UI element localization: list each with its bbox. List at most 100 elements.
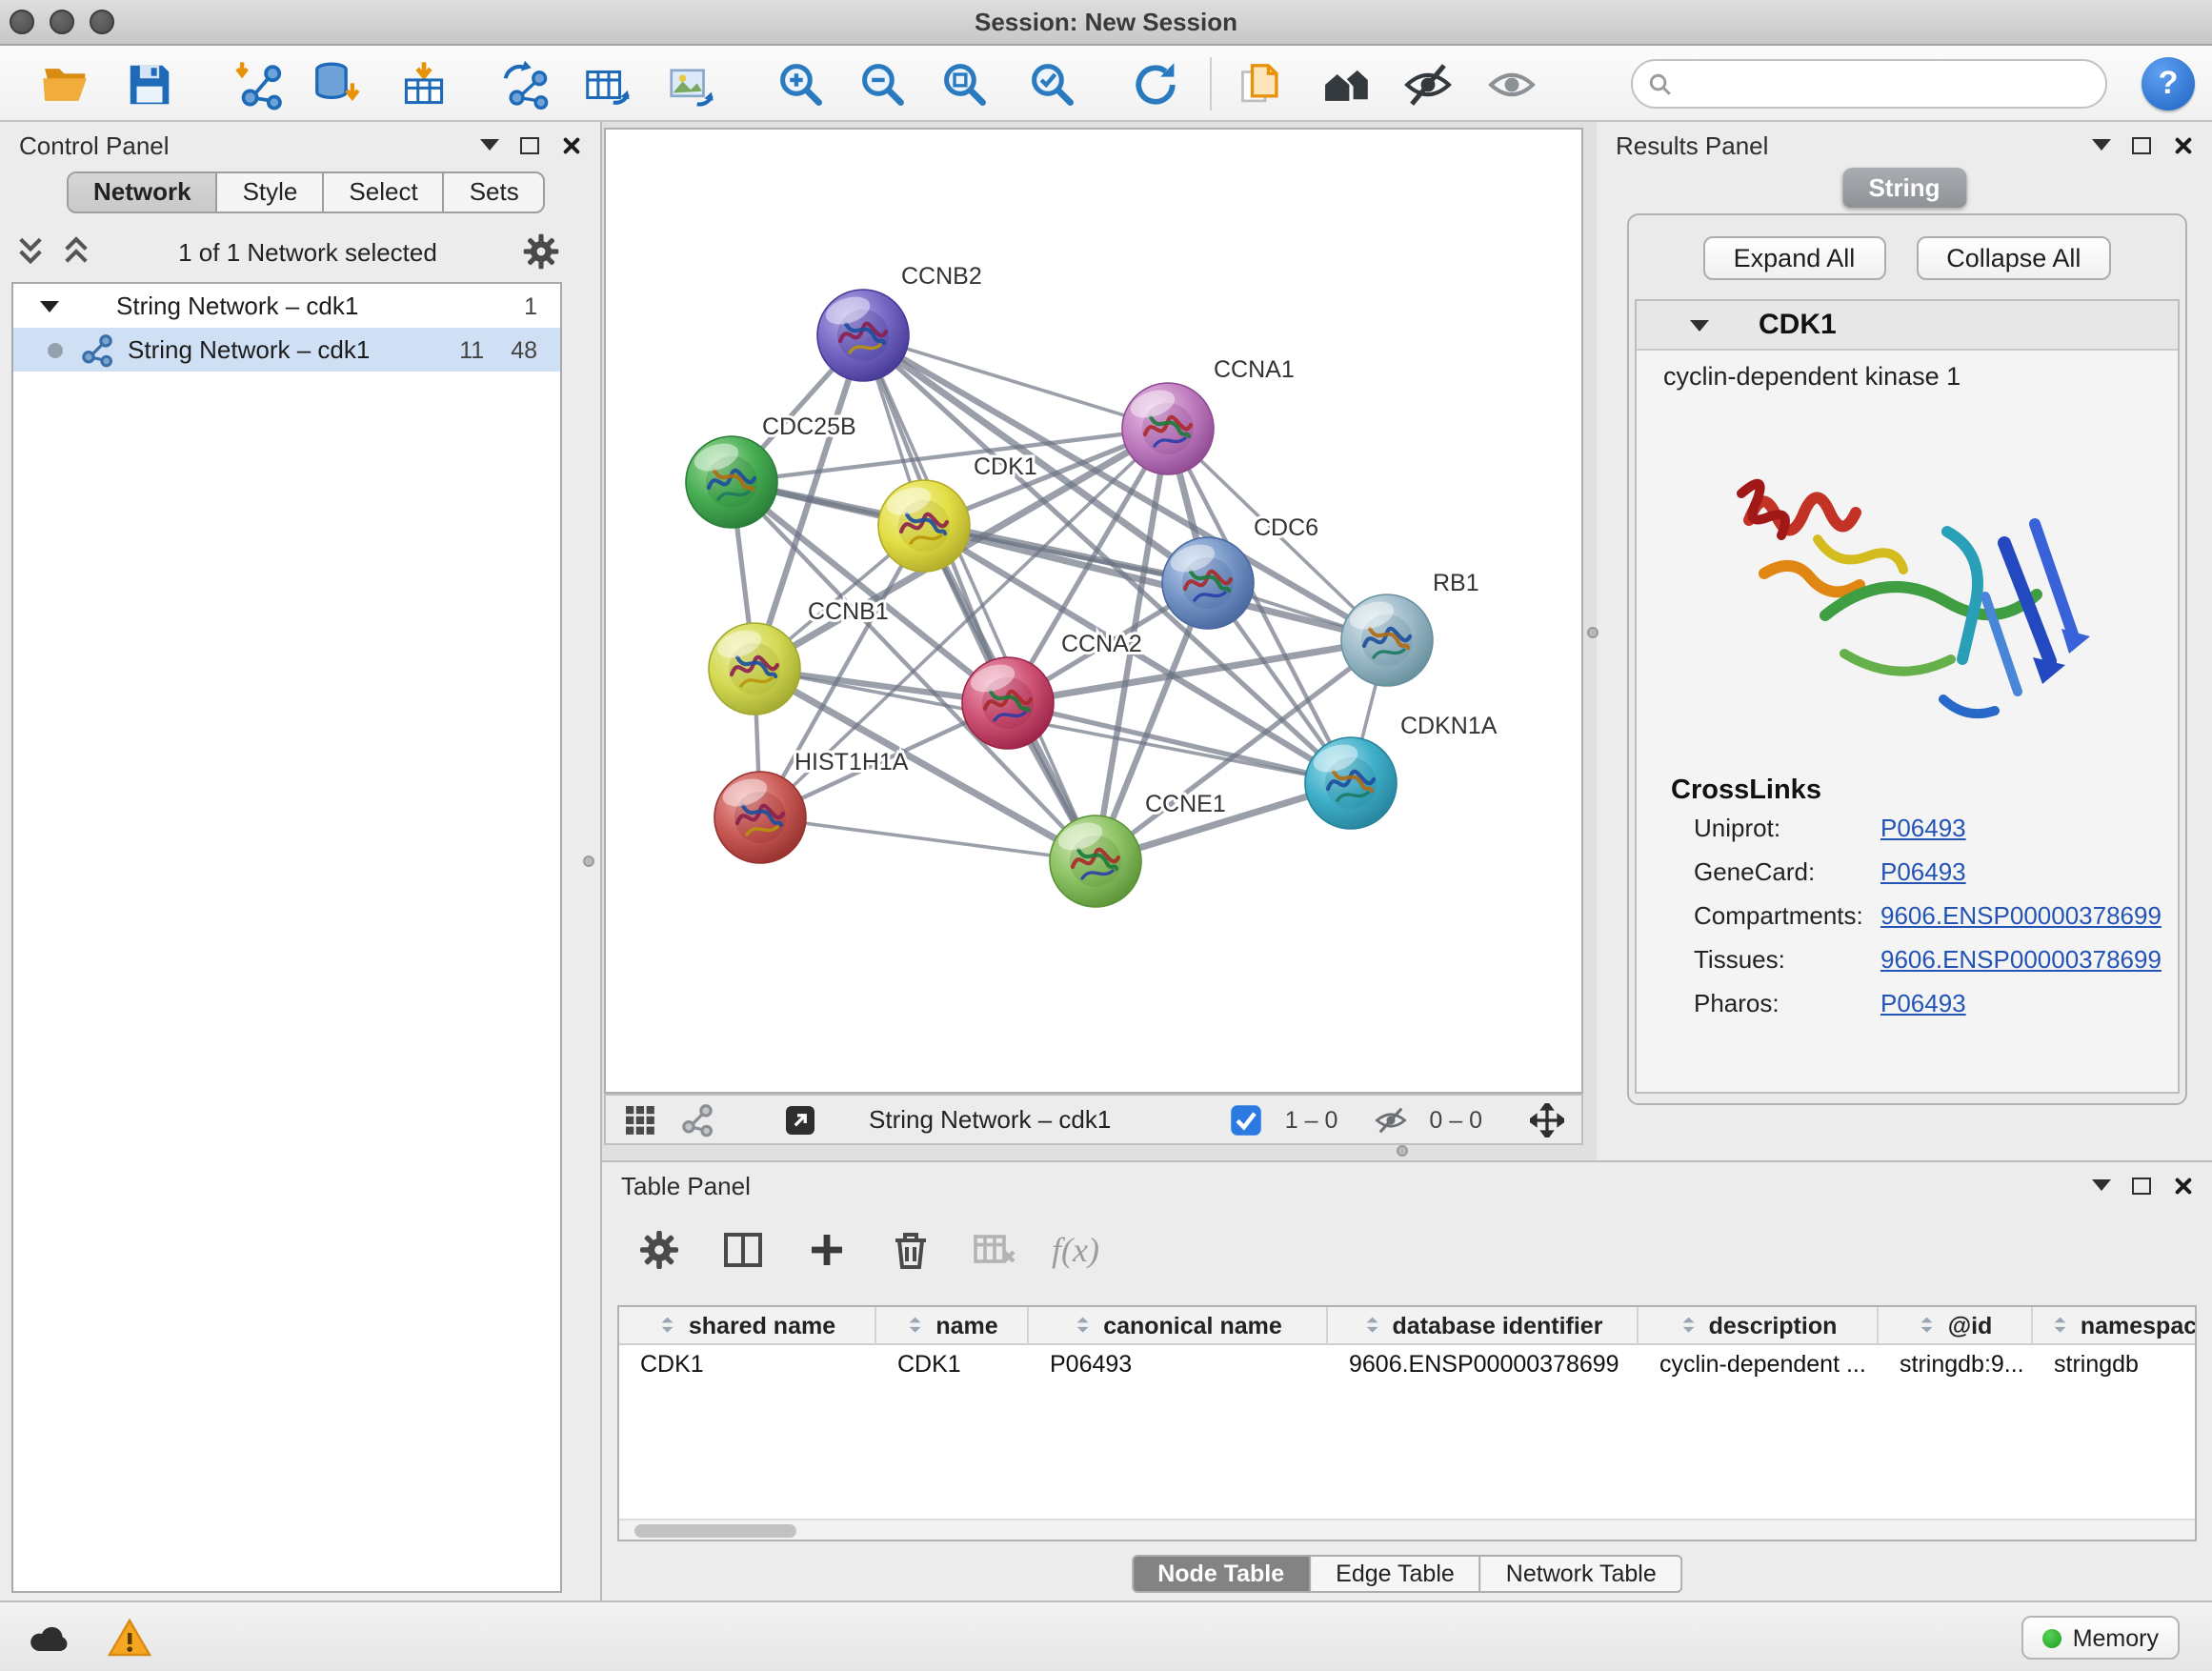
- network-edge-CCNB2-CCNA1[interactable]: [863, 335, 1168, 429]
- warnings-button[interactable]: [107, 1616, 152, 1661]
- table-options-button[interactable]: [633, 1223, 686, 1277]
- create-column-button[interactable]: [800, 1223, 854, 1277]
- table-collapse-button[interactable]: [2092, 1179, 2111, 1191]
- show-graphics-button[interactable]: [1482, 55, 1539, 112]
- table-cell[interactable]: stringdb:9...: [1879, 1345, 2033, 1383]
- zoom-out-button[interactable]: [854, 55, 911, 112]
- column-header-description[interactable]: description: [1639, 1307, 1879, 1343]
- network-node-CCNA1[interactable]: CCNA1: [1122, 356, 1295, 474]
- help-button[interactable]: ?: [2142, 57, 2195, 111]
- table-arrow-icon: [580, 58, 632, 110]
- column-header-id[interactable]: @id: [1879, 1307, 2033, 1343]
- network-edge-CCNB2-CCNE1[interactable]: [863, 335, 1096, 861]
- protein-structure-image: [1707, 421, 2107, 749]
- zoom-in-button[interactable]: [772, 55, 829, 112]
- import-table-button[interactable]: [394, 55, 452, 112]
- tab-network[interactable]: Network: [69, 173, 218, 211]
- panel-close-button[interactable]: [560, 134, 581, 155]
- table-cell[interactable]: 9606.ENSP00000378699: [1328, 1345, 1639, 1383]
- crosslink-genecard-link[interactable]: P06493: [1880, 857, 1966, 886]
- collapse-all-button[interactable]: Collapse All: [1916, 236, 2111, 280]
- gene-header[interactable]: CDK1: [1637, 301, 2178, 351]
- collapse-tree-button[interactable]: [57, 232, 95, 271]
- network-node-RB1[interactable]: RB1: [1341, 570, 1479, 686]
- crosslink-uniprot-link[interactable]: P06493: [1880, 814, 1966, 842]
- fit-content-button[interactable]: [1528, 1100, 1566, 1138]
- tab-select[interactable]: Select: [324, 173, 444, 211]
- table-horizontal-scrollbar[interactable]: [619, 1519, 2195, 1540]
- export-image-button[interactable]: [661, 55, 718, 112]
- delete-table-button[interactable]: [968, 1223, 1021, 1277]
- clone-network-button[interactable]: [495, 55, 553, 112]
- table-cell[interactable]: stringdb: [2033, 1345, 2197, 1383]
- hidden-eye-icon[interactable]: [1372, 1100, 1410, 1138]
- crosslink-tissues-link[interactable]: 9606.ENSP00000378699: [1880, 945, 2162, 974]
- expand-tree-button[interactable]: [11, 232, 50, 271]
- memory-button[interactable]: Memory: [2021, 1616, 2180, 1660]
- zoom-selected-button[interactable]: [1023, 55, 1080, 112]
- import-network-file-button[interactable]: [229, 55, 286, 112]
- apply-layout-button[interactable]: [1126, 55, 1183, 112]
- copy-view-button[interactable]: [1231, 55, 1288, 112]
- zoom-fit-button[interactable]: [935, 55, 993, 112]
- expand-all-button[interactable]: Expand All: [1703, 236, 1886, 280]
- grid-mode-button[interactable]: [621, 1100, 659, 1138]
- splitter-handle[interactable]: [583, 856, 594, 867]
- column-header-canonical-name[interactable]: canonical name: [1029, 1307, 1328, 1343]
- show-columns-button[interactable]: [716, 1223, 770, 1277]
- splitter-handle[interactable]: [1397, 1145, 1408, 1157]
- delete-columns-button[interactable]: [884, 1223, 937, 1277]
- tab-style[interactable]: Style: [218, 173, 325, 211]
- crosslink-pharos-link[interactable]: P06493: [1880, 989, 1966, 1017]
- import-network-database-button[interactable]: [307, 55, 364, 112]
- panel-float-button[interactable]: [520, 136, 539, 153]
- scrollbar-thumb[interactable]: [634, 1524, 796, 1538]
- network-row[interactable]: String Network – cdk1 11 48: [13, 328, 560, 372]
- splitter-handle[interactable]: [1587, 627, 1599, 638]
- network-edge-HIST1H1A-CCNE1[interactable]: [760, 817, 1096, 861]
- table-row[interactable]: CDK1CDK1P064939606.ENSP00000378699cyclin…: [619, 1345, 2195, 1383]
- panel-collapse-button[interactable]: [480, 139, 499, 151]
- overview-mode-button[interactable]: [678, 1100, 716, 1138]
- network-node-CDK1[interactable]: CDK1: [878, 453, 1037, 572]
- column-header-namespac[interactable]: namespac: [2033, 1307, 2197, 1343]
- network-node-CCNE1[interactable]: CCNE1: [1050, 791, 1226, 907]
- save-session-button[interactable]: [120, 55, 177, 112]
- tab-edge-table[interactable]: Edge Table: [1311, 1555, 1481, 1593]
- network-label: String Network – cdk1: [128, 335, 370, 364]
- table-float-button[interactable]: [2132, 1177, 2151, 1194]
- column-header-database-identifier[interactable]: database identifier: [1328, 1307, 1639, 1343]
- search-input[interactable]: [1682, 68, 2090, 100]
- tab-sets[interactable]: Sets: [445, 173, 544, 211]
- hide-graphics-button[interactable]: [1398, 55, 1456, 112]
- table-cell[interactable]: cyclin-dependent ...: [1639, 1345, 1879, 1383]
- export-table-button[interactable]: [577, 55, 634, 112]
- tab-string[interactable]: String: [1841, 168, 1966, 208]
- open-session-button[interactable]: [36, 55, 93, 112]
- table-cell[interactable]: CDK1: [876, 1345, 1029, 1383]
- disclosure-triangle-icon[interactable]: [40, 300, 59, 312]
- gene-disclosure-icon[interactable]: [1690, 319, 1709, 331]
- network-collection-row[interactable]: String Network – cdk1 1: [13, 284, 560, 328]
- network-edge-CCNA2-CDKN1A[interactable]: [1008, 703, 1351, 783]
- table-cell[interactable]: CDK1: [619, 1345, 876, 1383]
- column-header-name[interactable]: name: [876, 1307, 1029, 1343]
- tab-network-table[interactable]: Network Table: [1481, 1555, 1683, 1593]
- table-close-button[interactable]: [2172, 1175, 2193, 1196]
- home-views-button[interactable]: [1317, 55, 1374, 112]
- results-float-button[interactable]: [2132, 136, 2151, 153]
- network-options-button[interactable]: [520, 231, 562, 272]
- table-cell[interactable]: P06493: [1029, 1345, 1328, 1383]
- column-header-shared-name[interactable]: shared name: [619, 1307, 876, 1343]
- crosslink-compartments-link[interactable]: 9606.ENSP00000378699: [1880, 901, 2162, 930]
- results-close-button[interactable]: [2172, 134, 2193, 155]
- results-collapse-button[interactable]: [2092, 139, 2111, 151]
- function-builder-button[interactable]: f(x): [1052, 1230, 1099, 1270]
- network-node-CDKN1A[interactable]: CDKN1A: [1305, 713, 1498, 829]
- network-canvas[interactable]: CCNB2CCNA1CDC25BCDK1CDC6RB1CCNB1CCNA2CDK…: [604, 128, 1583, 1094]
- network-node-HIST1H1A[interactable]: HIST1H1A: [714, 749, 909, 863]
- cloud-status-button[interactable]: [27, 1616, 72, 1661]
- birdseye-view-button[interactable]: [781, 1100, 819, 1138]
- tab-node-table[interactable]: Node Table: [1131, 1555, 1311, 1593]
- selected-checkbox-icon[interactable]: [1228, 1100, 1266, 1138]
